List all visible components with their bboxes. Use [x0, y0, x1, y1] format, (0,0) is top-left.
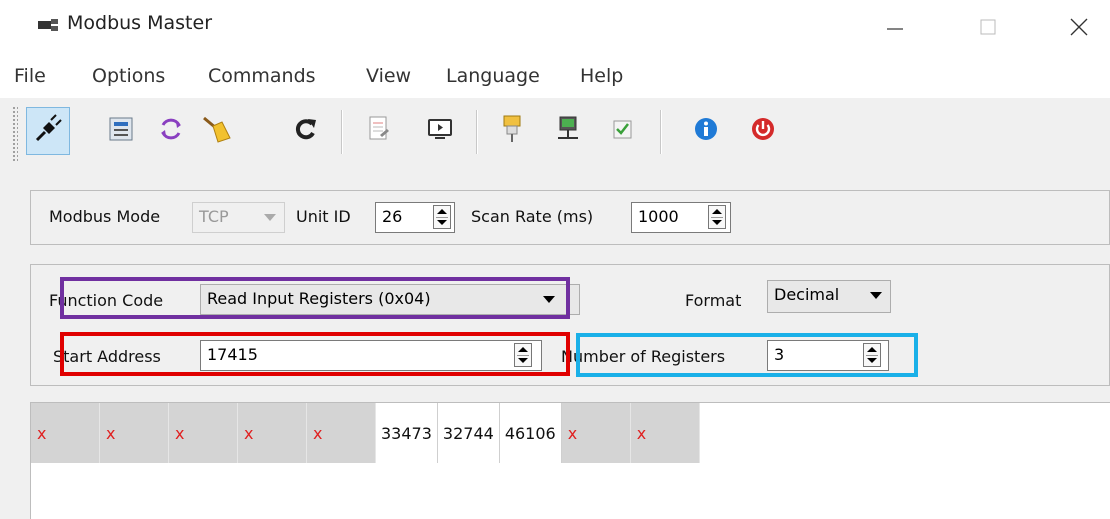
format-value: Decimal — [774, 285, 840, 304]
settings-icon — [107, 115, 135, 147]
monitor-button[interactable] — [418, 107, 462, 155]
start-address-value: 17415 — [207, 345, 258, 364]
menu-file[interactable]: File — [14, 65, 46, 87]
start-address-input[interactable]: 17415 — [200, 340, 542, 371]
window-title: Modbus Master — [67, 12, 213, 34]
request-group: Function Code Read Input Registers (0x04… — [30, 264, 1110, 386]
close-button[interactable] — [1056, 4, 1102, 50]
menu-help[interactable]: Help — [580, 65, 623, 87]
scan-rate-label: Scan Rate (ms) — [471, 207, 594, 226]
start-address-spinner[interactable] — [514, 343, 532, 367]
info-button[interactable] — [684, 107, 728, 155]
menu-commands[interactable]: Commands — [208, 65, 316, 87]
register-cell[interactable]: 33473 — [376, 403, 438, 463]
power-button[interactable] — [741, 107, 785, 155]
menu-view[interactable]: View — [366, 65, 411, 87]
connection-group: Modbus Mode TCP Unit ID 26 Scan Rate (ms… — [30, 190, 1110, 245]
clear-button[interactable] — [194, 107, 238, 155]
chevron-down-icon — [543, 296, 555, 303]
network-icon — [555, 115, 581, 147]
title-bar: Modbus Master — [0, 0, 1110, 56]
clear-icon — [200, 114, 232, 148]
checkbox-icon — [612, 118, 634, 144]
monitor-icon — [427, 117, 453, 145]
connect-icon — [33, 114, 63, 148]
toolbar-grip[interactable] — [12, 106, 18, 162]
modbus-mode-label: Modbus Mode — [49, 207, 161, 226]
modbus-mode-select[interactable]: TCP — [192, 202, 285, 233]
loop-icon — [157, 115, 185, 147]
info-icon — [693, 116, 719, 146]
maximize-button[interactable] — [965, 4, 1011, 50]
register-cell[interactable]: x — [100, 403, 169, 463]
menu-bar: File Options Commands View Language Help — [0, 56, 1110, 98]
unit-id-spinner[interactable] — [433, 205, 451, 229]
scan-rate-spinner[interactable] — [708, 205, 726, 229]
settings-button[interactable] — [99, 107, 143, 155]
format-label: Format — [685, 291, 742, 310]
menu-language[interactable]: Language — [446, 65, 540, 87]
minimize-button[interactable] — [872, 4, 918, 50]
register-cell[interactable]: x — [630, 403, 700, 463]
toolbar-separator — [341, 110, 343, 154]
register-cell[interactable]: x — [31, 403, 100, 463]
register-cell[interactable]: 32744 — [437, 403, 500, 463]
refresh-icon — [293, 116, 319, 146]
scan-rate-value: 1000 — [638, 207, 679, 226]
unit-id-value: 26 — [382, 207, 403, 226]
loop-button[interactable] — [149, 107, 193, 155]
network-button[interactable] — [546, 107, 590, 155]
register-cell[interactable]: x — [561, 403, 631, 463]
register-cell[interactable]: x — [169, 403, 238, 463]
register-count-spinner[interactable] — [863, 343, 881, 367]
unit-id-label: Unit ID — [296, 207, 351, 226]
power-icon — [750, 116, 776, 146]
refresh-button[interactable] — [284, 107, 328, 155]
checkbox-button[interactable] — [601, 107, 645, 155]
modbus-mode-value: TCP — [199, 207, 229, 226]
function-code-value: Read Input Registers (0x04) — [207, 289, 431, 308]
function-code-select[interactable]: Read Input Registers (0x04) — [200, 284, 580, 315]
register-count-label: Number of Registers — [561, 347, 726, 366]
menu-options[interactable]: Options — [92, 65, 165, 87]
function-code-label: Function Code — [49, 291, 164, 310]
probe-button[interactable] — [490, 107, 534, 155]
probe-icon — [500, 114, 524, 148]
toolbar-separator — [476, 110, 478, 154]
register-cell[interactable]: 46106 — [499, 403, 562, 463]
toolbar-separator — [660, 110, 662, 154]
toolbar — [0, 98, 1110, 170]
app-icon — [38, 17, 58, 33]
start-address-label: Start Address — [53, 347, 161, 366]
connect-button[interactable] — [26, 107, 70, 155]
format-select[interactable]: Decimal — [767, 280, 891, 313]
chevron-down-icon — [264, 214, 276, 221]
chevron-down-icon — [870, 292, 882, 299]
document-icon — [367, 115, 391, 147]
document-button[interactable] — [357, 107, 401, 155]
register-row: x x x x x 33473 32744 46106 x x — [31, 403, 700, 463]
register-count-value: 3 — [774, 345, 785, 364]
register-cell[interactable]: x — [238, 403, 307, 463]
register-cell[interactable]: x — [307, 403, 376, 463]
